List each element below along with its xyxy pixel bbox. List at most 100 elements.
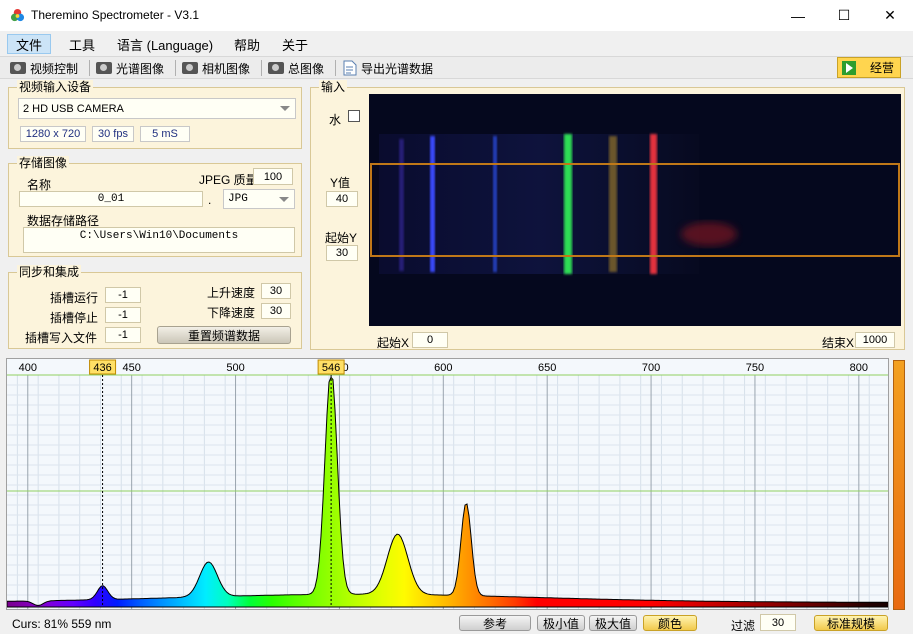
spectrum-image-button[interactable]: 光谱图像 [96,59,164,77]
slot-run-field[interactable]: -1 [105,287,141,303]
slot-write-field[interactable]: -1 [105,327,141,343]
axis-tick-label: 800 [850,362,868,374]
violet-line [399,139,404,271]
color-button[interactable]: 颜色 [643,615,697,631]
slot-run-label: 插槽运行 [50,291,99,305]
menu-help[interactable]: 帮助 [226,34,268,54]
start-x-label: 起始X [377,336,410,350]
input-title: 输入 [319,80,348,94]
peak-marker-label: 546 [322,362,340,374]
axis-tick-label: 500 [226,362,244,374]
minimum-button[interactable]: 极小值 [537,615,585,631]
slot-stop-field[interactable]: -1 [105,307,141,323]
close-button[interactable]: ✕ [867,0,913,31]
axis-tick-label: 450 [122,362,140,374]
filename-field[interactable]: 0_01 [19,191,203,207]
total-image-button[interactable]: 总图像 [268,59,324,77]
camera-select-value: 2 HD USB CAMERA [23,102,124,115]
axis-tick-label: 650 [538,362,556,374]
red-glow [681,222,737,246]
slot-stop-label: 插槽停止 [50,311,99,325]
rise-speed-field[interactable]: 30 [261,283,291,299]
camera-select[interactable]: 2 HD USB CAMERA [18,98,296,119]
axis-tick-label: 750 [746,362,764,374]
chevron-down-icon [279,197,289,202]
red-line [650,134,657,274]
spectrum-graph[interactable]: 400450500550600650700750800436546 [6,358,889,610]
calibrate-scale-button[interactable]: 标准规模 [814,615,888,631]
toolbar: 视频控制 光谱图像 相机图像 总图像 导出光谱数据 [0,56,913,79]
menu-bar: 文件 工具 语言 (Language) 帮助 关于 [0,31,913,56]
cursor-readout: Curs: 81% 559 nm [12,617,112,631]
run-button[interactable]: 经营 [837,57,901,78]
intensity-bar [893,360,905,610]
start-x-field[interactable]: 0 [412,332,448,348]
end-x-label: 结束X [822,336,855,350]
menu-file[interactable]: 文件 [7,34,52,54]
minimize-button[interactable]: — [775,0,821,31]
path-field[interactable]: C:\Users\Win10\Documents [23,227,295,253]
spectrum-plot[interactable]: 400450500550600650700750800436546 [7,359,889,610]
sync-group: 同步和集成 插槽运行 -1 插槽停止 -1 插槽写入文件 -1 上升速度 30 … [8,265,302,349]
peak-marker-label: 436 [93,362,111,374]
format-select[interactable]: JPG [223,189,295,209]
reference-button[interactable]: 参考 [459,615,531,631]
video-input-group: 视频输入设备 2 HD USB CAMERA 1280 x 720 30 fps… [8,80,302,149]
toolbar-separator [335,60,336,76]
water-label: 水 [329,113,342,127]
play-icon [842,60,856,75]
blue-line [430,136,435,272]
axis-tick-label: 400 [19,362,37,374]
export-spectrum-label: 导出光谱数据 [361,61,434,76]
jpeg-quality-field[interactable]: 100 [253,168,293,185]
video-control-label: 视频控制 [30,61,79,76]
camera-icon [268,62,284,74]
toolbar-separator [261,60,262,76]
menu-about[interactable]: 关于 [274,34,316,54]
camera-icon [96,62,112,74]
axis-tick-label: 700 [642,362,660,374]
video-control-button[interactable]: 视频控制 [10,59,78,77]
menu-language[interactable]: 语言 (Language) [109,34,221,54]
fps-field[interactable]: 30 fps [92,126,134,142]
menu-tools[interactable]: 工具 [61,34,103,54]
video-camera-icon [10,62,26,74]
chevron-down-icon [280,106,290,111]
camera-image-button[interactable]: 相机图像 [182,59,250,77]
video-input-title: 视频输入设备 [17,80,94,94]
camera-view[interactable] [369,94,901,326]
format-select-value: JPG [228,193,248,205]
green-line [564,134,572,274]
y-value-field[interactable]: 40 [326,191,358,207]
jpeg-quality-label: JPEG 质量 [199,173,258,187]
camera-icon [182,62,198,74]
resolution-field[interactable]: 1280 x 720 [20,126,86,142]
exposure-field[interactable]: 5 mS [140,126,190,142]
spectrum-image-label: 光谱图像 [116,61,165,76]
app-logo-icon [10,8,25,22]
fall-speed-label: 下降速度 [207,306,256,320]
axis-tick-label: 600 [434,362,452,374]
filter-field[interactable]: 30 [760,614,796,631]
document-export-icon [343,60,357,76]
rise-speed-label: 上升速度 [207,286,256,300]
title-bar: Theremino Spectrometer - V3.1 — ☐ ✕ [0,0,913,31]
yellow-line [609,136,617,272]
store-image-group: 存储图像 名称 JPEG 质量 100 0_01 . JPG 数据存储路径 C:… [8,156,302,257]
end-x-field[interactable]: 1000 [855,332,895,348]
extension-dot: . [208,193,212,207]
start-y-field[interactable]: 30 [326,245,358,261]
maximize-button[interactable]: ☐ [821,0,867,31]
fall-speed-field[interactable]: 30 [261,303,291,319]
maximum-button[interactable]: 极大值 [589,615,637,631]
input-group: 输入 水 Y值 40 起始Y 30 起始X 0 结束X 1000 [310,80,905,350]
cyan-line [493,136,497,272]
reset-spectrum-button[interactable]: 重置频谱数据 [157,326,291,344]
store-image-title: 存储图像 [17,156,70,170]
run-label: 经营 [870,61,895,75]
water-checkbox[interactable] [348,110,360,122]
export-spectrum-button[interactable]: 导出光谱数据 [343,59,433,77]
toolbar-separator [89,60,90,76]
toolbar-separator [175,60,176,76]
start-y-label: 起始Y [325,231,358,245]
